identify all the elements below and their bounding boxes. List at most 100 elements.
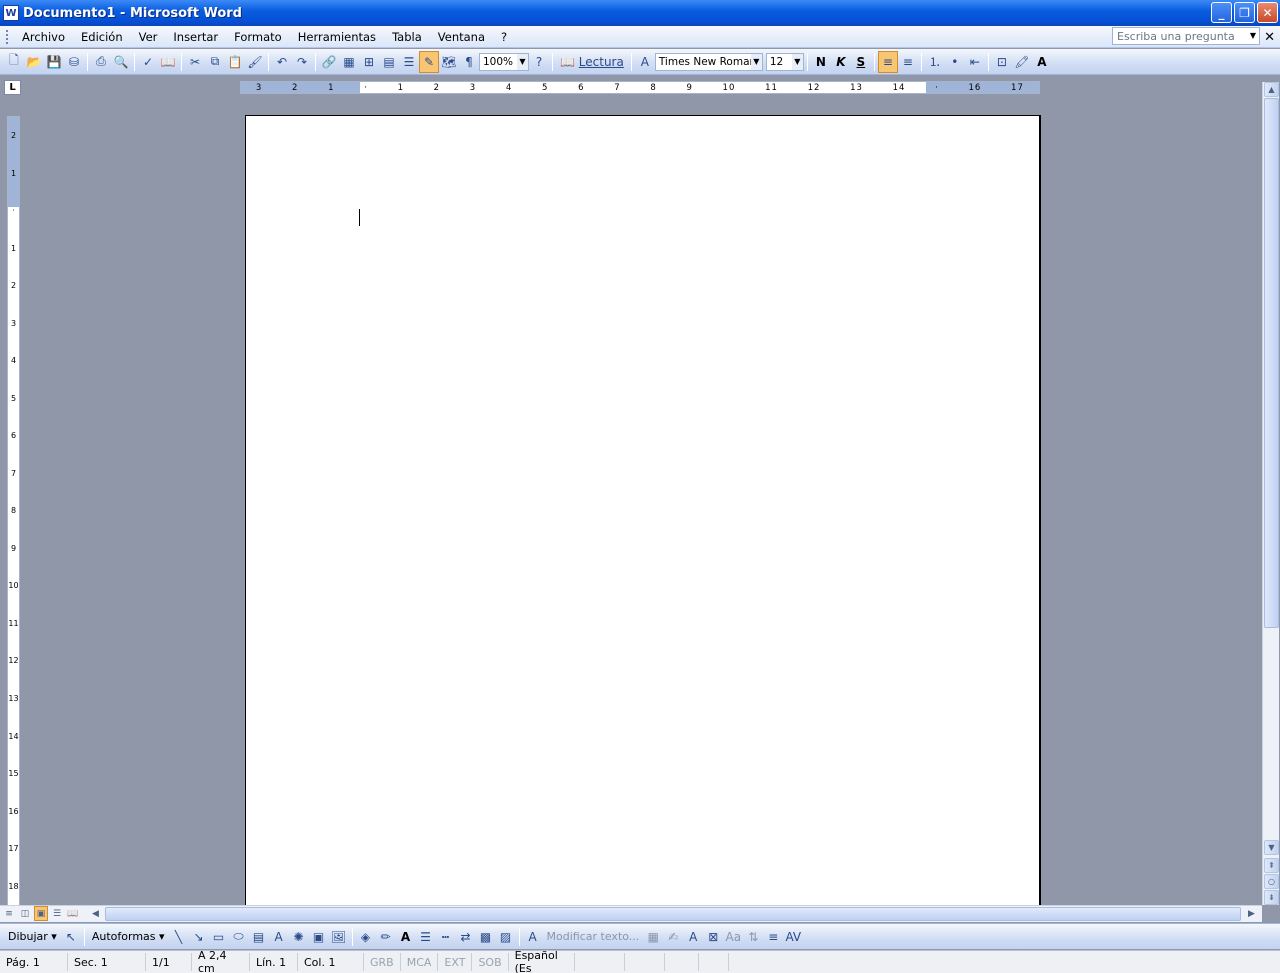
- tab-selector-icon[interactable]: L: [4, 80, 21, 95]
- bold-button[interactable]: N: [811, 51, 831, 73]
- menu-insertar[interactable]: Insertar: [165, 30, 226, 44]
- insert-table-icon[interactable]: ⊞: [359, 51, 379, 73]
- copy-icon[interactable]: ⧉: [205, 51, 225, 73]
- document-map-icon[interactable]: 🗺: [439, 51, 459, 73]
- reading-layout-button[interactable]: 📖 Lectura: [556, 51, 628, 73]
- italic-button[interactable]: K: [831, 51, 851, 73]
- permission-icon[interactable]: ⛁: [64, 51, 84, 73]
- browse-object-icon[interactable]: ○: [1264, 874, 1279, 889]
- draw-menu-button[interactable]: Dibujar ▾: [4, 930, 61, 943]
- help-icon[interactable]: ?: [529, 51, 549, 73]
- shadow-icon[interactable]: ▩: [476, 926, 496, 948]
- zoom-select[interactable]: 100% ▼: [479, 52, 529, 71]
- document-page[interactable]: [245, 115, 1041, 907]
- chevron-down-icon[interactable]: ▼: [517, 53, 528, 70]
- 3d-icon[interactable]: ▨: [496, 926, 516, 948]
- undo-icon[interactable]: ↶: [272, 51, 292, 73]
- line-icon[interactable]: ╲: [169, 926, 189, 948]
- horizontal-scroll-thumb[interactable]: [105, 907, 1241, 921]
- format-wordart-icon[interactable]: ✍: [663, 926, 683, 948]
- research-icon[interactable]: 📖: [158, 51, 178, 73]
- wordart-shape-icon[interactable]: A: [683, 926, 703, 948]
- menu-edicion[interactable]: Edición: [73, 30, 131, 44]
- vertical-ruler[interactable]: 2 1 · 1 2 3 4 5 6 7 8 9 10 11 12 13 14 15 16 17 18: [7, 116, 20, 906]
- text-wrapping-icon[interactable]: ⊠: [703, 926, 723, 948]
- textbox-icon[interactable]: ▤: [249, 926, 269, 948]
- highlight-icon[interactable]: 🖍: [1012, 51, 1032, 73]
- format-painter-icon[interactable]: 🖌: [245, 51, 265, 73]
- scroll-down-icon[interactable]: ▼: [1264, 840, 1279, 855]
- menu-archivo[interactable]: Archivo: [14, 30, 73, 44]
- columns-icon[interactable]: ☰: [399, 51, 419, 73]
- status-ovr[interactable]: SOB: [472, 953, 509, 971]
- menu-tabla[interactable]: Tabla: [384, 30, 430, 44]
- status-rec[interactable]: GRB: [364, 953, 401, 971]
- bullet-list-icon[interactable]: •: [945, 51, 965, 73]
- menu-grip[interactable]: [6, 29, 10, 44]
- status-trk[interactable]: MCA: [401, 953, 439, 971]
- arrow-style-icon[interactable]: ⇄: [456, 926, 476, 948]
- rectangle-icon[interactable]: ▭: [209, 926, 229, 948]
- spelling-icon[interactable]: ✓: [138, 51, 158, 73]
- scroll-up-icon[interactable]: ▲: [1264, 82, 1279, 97]
- reading-view-icon[interactable]: 📖: [66, 906, 80, 921]
- styles-icon[interactable]: A: [635, 51, 655, 73]
- character-spacing-icon[interactable]: AV: [783, 926, 803, 948]
- ask-question-input[interactable]: Escriba una pregunta ▼: [1112, 27, 1260, 45]
- cut-icon[interactable]: ✂: [185, 51, 205, 73]
- new-document-icon[interactable]: 🗋: [4, 51, 24, 73]
- menu-ventana[interactable]: Ventana: [430, 30, 493, 44]
- chevron-down-icon[interactable]: ▼: [1250, 31, 1256, 40]
- hyperlink-icon[interactable]: 🔗: [319, 51, 339, 73]
- alignment-icon[interactable]: ≡: [763, 926, 783, 948]
- paste-icon[interactable]: 📋: [225, 51, 245, 73]
- save-icon[interactable]: 💾: [44, 51, 64, 73]
- horizontal-ruler[interactable]: 3 2 1 · 1 2 3 4 5 6 7 8 9 10 11 12 13 14 · 16 17: [240, 81, 1040, 94]
- same-letter-heights-icon[interactable]: Aa: [723, 926, 743, 948]
- menu-formato[interactable]: Formato: [226, 30, 290, 44]
- line-style-icon[interactable]: ☰: [416, 926, 436, 948]
- close-button[interactable]: ✕: [1257, 2, 1278, 23]
- underline-button[interactable]: S: [851, 51, 871, 73]
- web-view-icon[interactable]: ◫: [18, 906, 32, 921]
- status-ext[interactable]: EXT: [438, 953, 473, 971]
- fill-color-icon[interactable]: ◈: [356, 926, 376, 948]
- print-icon[interactable]: ⎙: [91, 51, 111, 73]
- show-formatting-icon[interactable]: ¶: [459, 51, 479, 73]
- font-color-icon[interactable]: A: [396, 926, 416, 948]
- autoshapes-button[interactable]: Autoformas ▾: [88, 930, 169, 943]
- line-color-icon[interactable]: ✏: [376, 926, 396, 948]
- previous-page-icon[interactable]: ⇞: [1264, 858, 1279, 873]
- edit-text-button[interactable]: Modificar texto...: [543, 930, 644, 943]
- wordart-icon[interactable]: A: [269, 926, 289, 948]
- chevron-down-icon[interactable]: ▼: [791, 53, 803, 70]
- word-app-icon[interactable]: W: [3, 5, 19, 21]
- redo-icon[interactable]: ↷: [292, 51, 312, 73]
- next-page-icon[interactable]: ⇟: [1264, 890, 1279, 905]
- open-folder-icon[interactable]: 📂: [24, 51, 44, 73]
- font-name-select[interactable]: Times New Roman ▼: [654, 52, 763, 71]
- oval-icon[interactable]: ⬭: [229, 926, 249, 948]
- numbered-list-icon[interactable]: ⒈: [925, 51, 945, 73]
- drawing-icon[interactable]: ✎: [419, 50, 439, 73]
- vertical-scroll-thumb[interactable]: [1264, 98, 1279, 628]
- clipart-icon[interactable]: ▣: [309, 926, 329, 948]
- print-view-icon[interactable]: ▣: [34, 906, 48, 921]
- outline-view-icon[interactable]: ☰: [50, 906, 64, 921]
- print-preview-icon[interactable]: 🔍: [111, 51, 131, 73]
- font-color-icon[interactable]: A: [1032, 51, 1052, 73]
- restore-button[interactable]: ❐: [1234, 2, 1255, 23]
- normal-view-icon[interactable]: ≡: [2, 906, 16, 921]
- close-document-icon[interactable]: ✕: [1264, 30, 1275, 45]
- vertical-text-icon[interactable]: ⇅: [743, 926, 763, 948]
- tables-borders-icon[interactable]: ▦: [339, 51, 359, 73]
- insert-excel-icon[interactable]: ▤: [379, 51, 399, 73]
- align-left-icon[interactable]: ≡: [877, 50, 898, 73]
- align-center-icon[interactable]: ≡: [898, 51, 918, 73]
- borders-icon[interactable]: ⊡: [992, 51, 1012, 73]
- dash-style-icon[interactable]: ┅: [436, 926, 456, 948]
- decrease-indent-icon[interactable]: ⇤: [965, 51, 985, 73]
- menu-ver[interactable]: Ver: [131, 30, 166, 44]
- select-objects-icon[interactable]: ↖: [61, 926, 81, 948]
- minimize-button[interactable]: _: [1211, 2, 1232, 23]
